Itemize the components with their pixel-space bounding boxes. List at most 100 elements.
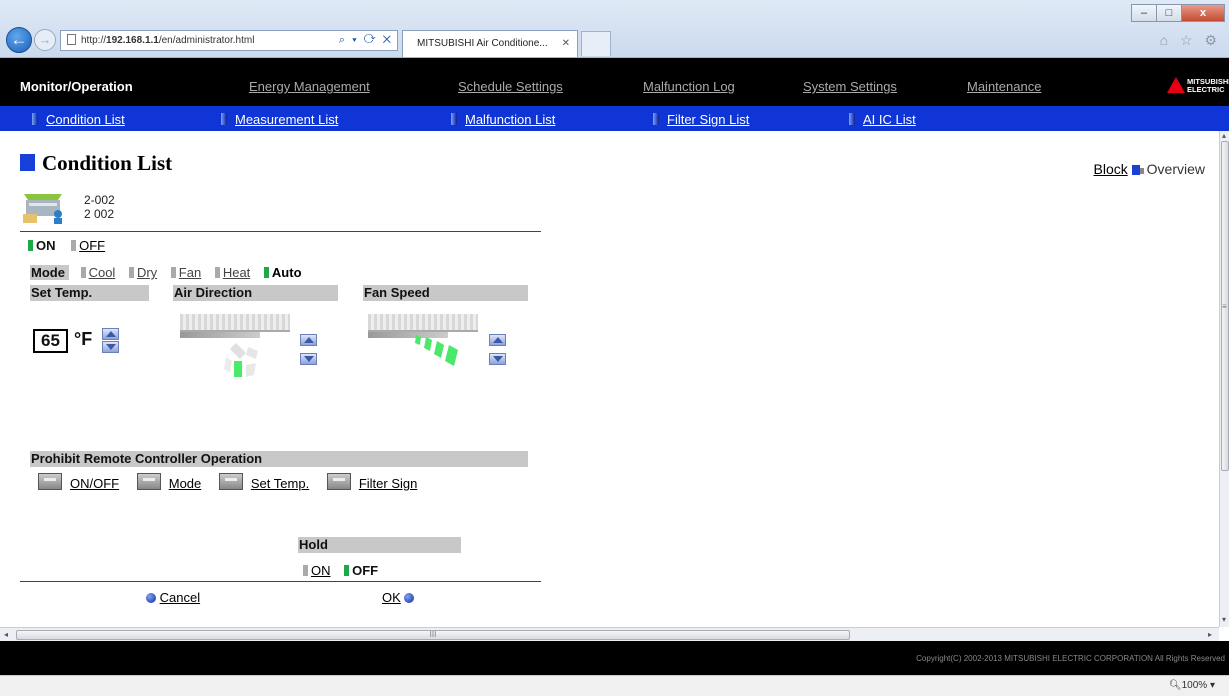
on-indicator-icon	[344, 565, 350, 576]
tab-close-icon[interactable]: ✕	[562, 31, 570, 56]
air-direction-header: Air Direction	[173, 285, 338, 301]
mitsubishi-logo: MITSUBISHI ELECTRIC	[1167, 77, 1229, 97]
copyright-text: Copyright(C) 2002-2013 MITSUBISHI ELECTR…	[916, 654, 1225, 663]
scroll-up-icon[interactable]: ▴	[1222, 131, 1226, 140]
browser-tab[interactable]: MITSUBISHI Air Conditione... ✕	[402, 30, 578, 57]
mode-label: Mode	[30, 265, 69, 280]
maximize-button[interactable]: □	[1156, 4, 1182, 22]
hold-off-option[interactable]: OFF	[344, 563, 378, 578]
nav-schedule-settings[interactable]: Schedule Settings	[458, 79, 563, 94]
ok-dot-icon	[404, 593, 415, 603]
set-temp-value: 65	[33, 329, 68, 353]
on-indicator-icon	[28, 240, 33, 251]
divider	[20, 231, 541, 232]
minimize-button[interactable]: –	[1131, 4, 1157, 22]
nav-system-settings[interactable]: System Settings	[803, 79, 897, 94]
mode-option-cool[interactable]: Cool	[80, 265, 115, 280]
unit-name-line-2: 2 002	[84, 207, 115, 221]
set-temp-unit: °F	[74, 329, 93, 349]
subnav-condition-list[interactable]: Condition List	[32, 112, 125, 127]
home-favorites-settings-icons[interactable]: ⌂ ☆ ⚙	[1160, 32, 1221, 49]
url-path: /en/administrator.html	[158, 35, 255, 46]
prohibit-filter-sign-button[interactable]: Filter Sign	[326, 473, 417, 491]
vertical-scrollbar[interactable]: ▴ ≡ ▾	[1219, 131, 1229, 627]
browser-chrome: – □ x ← → http://192.168.1.1/en/administra…	[0, 0, 1229, 58]
footer-bar: Copyright(C) 2002-2013 MITSUBISHI ELECTR…	[0, 641, 1229, 675]
prohibit-toggle-icon	[218, 473, 243, 490]
prohibit-header: Prohibit Remote Controller Operation	[30, 451, 528, 467]
hold-on-option[interactable]: ON	[303, 563, 331, 578]
top-navigation: Monitor/Operation Energy Management Sche…	[0, 58, 1229, 106]
fan-speed-bars-icon	[415, 335, 458, 366]
zoom-dropdown-icon: ▾	[1209, 680, 1215, 691]
browser-status-bar: 🔍︎100% ▾	[0, 675, 1229, 696]
power-off-option[interactable]: OFF	[71, 238, 105, 253]
unit-name-line-1: 2-002	[84, 193, 115, 207]
address-bar[interactable]: http://192.168.1.1/en/administrator.html…	[60, 30, 398, 51]
subnav-measurement-list[interactable]: Measurement List	[221, 112, 338, 127]
set-temp-header: Set Temp.	[30, 285, 149, 301]
fan-speed-ceiling-icon	[368, 314, 478, 332]
overview-label: Overview	[1146, 161, 1205, 177]
block-view-icon	[1131, 165, 1140, 175]
overview-icon	[1139, 168, 1144, 174]
nav-monitor-operation[interactable]: Monitor/Operation	[20, 79, 133, 94]
prohibit-toggle-icon	[38, 473, 62, 490]
nav-malfunction-log[interactable]: Malfunction Log	[643, 79, 735, 94]
cancel-button[interactable]: Cancel	[146, 590, 200, 605]
fan-speed-up-button[interactable]	[489, 334, 506, 346]
three-diamonds-icon	[1167, 77, 1185, 93]
hold-header: Hold	[298, 537, 461, 553]
temp-up-button[interactable]	[102, 328, 119, 340]
sub-navigation: Condition List Measurement List Malfunct…	[0, 106, 1229, 131]
off-indicator-icon	[71, 240, 77, 251]
main-content: Condition List Block Overview 2-002 2 00…	[0, 131, 1219, 627]
subnav-filter-sign-list[interactable]: Filter Sign List	[653, 112, 749, 127]
nav-maintenance[interactable]: Maintenance	[967, 79, 1041, 94]
address-tools-icons[interactable]: ⌕ ▾ ⟳ ✕	[339, 31, 393, 50]
subnav-malfunction-list[interactable]: Malfunction List	[451, 112, 555, 127]
prohibit-set-temp-button[interactable]: Set Temp.	[218, 473, 309, 491]
power-on-option[interactable]: ON	[28, 238, 56, 253]
mode-option-auto[interactable]: Auto	[263, 265, 302, 280]
forward-button[interactable]: →	[34, 29, 56, 51]
title-square-icon	[20, 154, 35, 171]
subnav-ai-ic-list[interactable]: AI IC List	[849, 112, 916, 127]
air-direction-down-button[interactable]	[300, 353, 317, 365]
cancel-dot-icon	[146, 593, 156, 603]
power-selector: ON OFF	[28, 238, 105, 253]
prohibit-options: ON/OFF Mode Set Temp. Filter Sign	[38, 473, 431, 491]
block-view-link[interactable]: Block	[1094, 161, 1128, 177]
horizontal-scrollbar[interactable]: ◂ III ▸	[0, 627, 1219, 641]
prohibit-onoff-button[interactable]: ON/OFF	[38, 473, 119, 491]
fan-speed-down-button[interactable]	[489, 353, 506, 365]
vertical-scroll-thumb[interactable]: ≡	[1221, 141, 1229, 471]
prohibit-toggle-icon	[326, 473, 351, 490]
scroll-down-icon[interactable]: ▾	[1222, 615, 1226, 624]
air-direction-ceiling-icon	[180, 314, 290, 332]
temp-down-button[interactable]	[102, 341, 119, 353]
scroll-right-icon[interactable]: ▸	[1208, 630, 1212, 639]
back-button[interactable]: ←	[6, 27, 32, 53]
mode-selector: Mode Cool Dry Fan Heat Auto	[30, 265, 312, 280]
air-direction-up-button[interactable]	[300, 334, 317, 346]
zoom-control[interactable]: 🔍︎100% ▾	[1169, 680, 1215, 691]
mode-option-fan[interactable]: Fan	[170, 265, 201, 280]
off-indicator-icon	[303, 565, 308, 576]
new-tab-button[interactable]	[581, 31, 611, 56]
scroll-grip-icon: ≡	[1222, 302, 1227, 311]
divider	[20, 581, 541, 582]
tab-title: MITSUBISHI Air Conditione...	[417, 38, 548, 49]
window-controls: – □ x	[1131, 4, 1225, 22]
prohibit-mode-button[interactable]: Mode	[136, 473, 201, 491]
ok-button[interactable]: OK	[382, 590, 415, 605]
close-window-button[interactable]: x	[1181, 4, 1225, 22]
logo-line-2: ELECTRIC	[1187, 85, 1225, 94]
air-direction-vane-icon	[224, 343, 258, 377]
url-prefix: http://	[81, 35, 107, 46]
scroll-left-icon[interactable]: ◂	[4, 630, 8, 639]
nav-energy-management[interactable]: Energy Management	[249, 79, 370, 94]
horizontal-scroll-thumb[interactable]: III	[16, 630, 850, 640]
mode-option-heat[interactable]: Heat	[214, 265, 250, 280]
mode-option-dry[interactable]: Dry	[128, 265, 157, 280]
